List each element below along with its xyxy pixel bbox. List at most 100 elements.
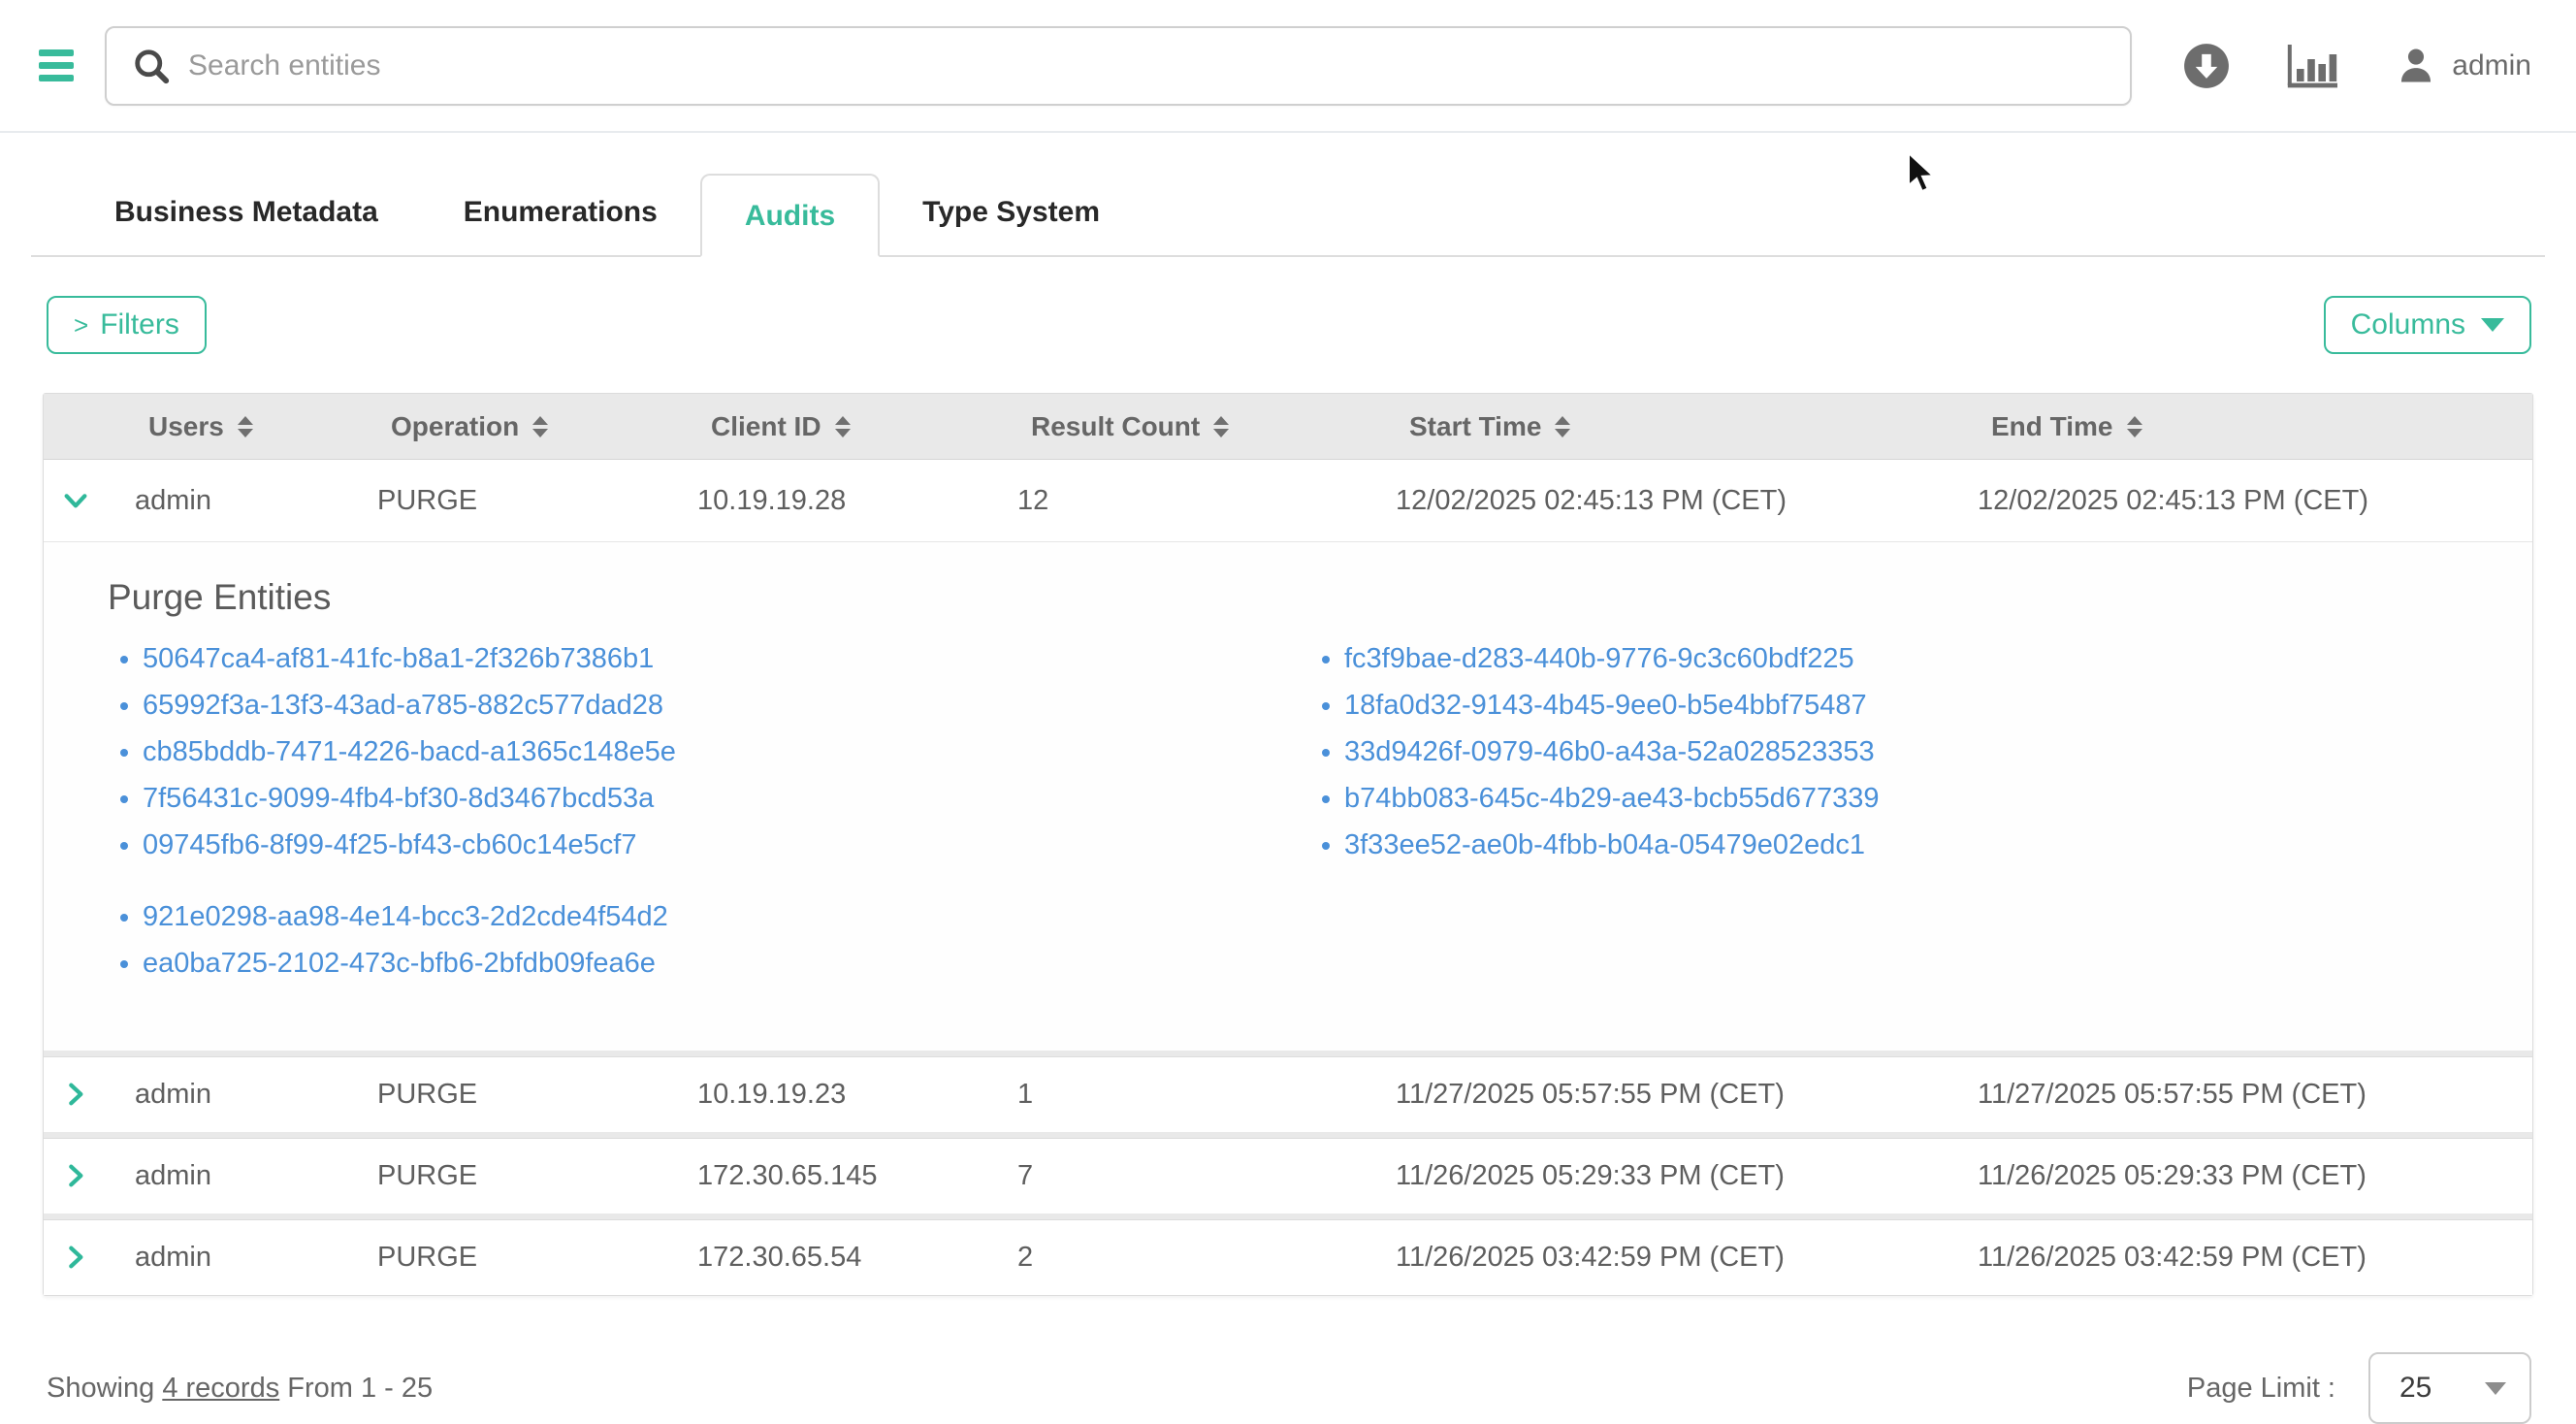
- sort-icon: [1555, 416, 1570, 437]
- cell-client-id: 10.19.19.23: [670, 1079, 990, 1111]
- cell-result-count: 1: [990, 1079, 1368, 1111]
- download-circle-icon: [2182, 42, 2231, 90]
- cell-user: admin: [108, 1079, 350, 1111]
- cell-end-time: 12/02/2025 02:45:13 PM (CET): [1950, 485, 2532, 517]
- menu-bar: [39, 49, 74, 56]
- top-navbar: admin: [0, 0, 2576, 133]
- entity-guid-link[interactable]: 18fa0d32-9143-4b45-9ee0-b5e4bbf75487: [1344, 690, 1879, 722]
- entity-guid-link[interactable]: 65992f3a-13f3-43ad-a785-882c577dad28: [143, 690, 1309, 722]
- cell-user: admin: [108, 1242, 350, 1274]
- chevron-right-icon: [60, 1079, 91, 1110]
- audit-row[interactable]: admin PURGE 10.19.19.28 12 12/02/2025 02…: [44, 460, 2532, 541]
- audit-row[interactable]: admin PURGE 172.30.65.54 2 11/26/2025 03…: [44, 1214, 2532, 1295]
- caret-down-icon: [2485, 1382, 2506, 1395]
- chevron-right-icon: [60, 1242, 91, 1273]
- cell-start-time: 11/26/2025 03:42:59 PM (CET): [1368, 1242, 1950, 1274]
- menu-icon[interactable]: [39, 49, 74, 81]
- entity-guid-link[interactable]: 09745fb6-8f99-4f25-bf43-cb60c14e5cf7: [143, 829, 1309, 861]
- cell-client-id: 172.30.65.145: [670, 1160, 990, 1192]
- chevron-down-icon: [60, 485, 91, 516]
- entity-guid-list: 921e0298-aa98-4e14-bcc3-2d2cde4f54d2 ea0…: [108, 901, 2494, 980]
- page-limit-select[interactable]: 25: [2368, 1352, 2531, 1424]
- entity-guid-link[interactable]: b74bb083-645c-4b29-ae43-bcb55d677339: [1344, 783, 1879, 815]
- tab-enumerations[interactable]: Enumerations: [421, 172, 700, 255]
- cell-end-time: 11/27/2025 05:57:55 PM (CET): [1950, 1079, 2532, 1111]
- header-cell-start-time[interactable]: Start Time: [1368, 411, 1950, 442]
- range-text: From 1 - 25: [287, 1373, 433, 1404]
- header-cell-operation[interactable]: Operation: [350, 411, 670, 442]
- cell-user: admin: [108, 1160, 350, 1192]
- audit-row[interactable]: admin PURGE 172.30.65.145 7 11/26/2025 0…: [44, 1132, 2532, 1214]
- audits-table: Users Operation Client ID Result Count S…: [43, 393, 2533, 1296]
- columns-label: Columns: [2351, 308, 2465, 341]
- entity-guid-link[interactable]: 33d9426f-0979-46b0-a43a-52a028523353: [1344, 736, 1879, 768]
- entity-guid-link[interactable]: fc3f9bae-d283-440b-9776-9c3c60bdf225: [1344, 643, 1879, 675]
- cell-operation: PURGE: [350, 1242, 670, 1274]
- cell-start-time: 12/02/2025 02:45:13 PM (CET): [1368, 485, 1950, 517]
- header-cell-client-id[interactable]: Client ID: [670, 411, 990, 442]
- header-cell-result-count[interactable]: Result Count: [990, 411, 1368, 442]
- records-count-link[interactable]: 4 records: [162, 1373, 279, 1404]
- chevron-right-icon: >: [74, 312, 88, 338]
- page-limit-label: Page Limit :: [2187, 1373, 2335, 1405]
- chevron-right-icon: [60, 1160, 91, 1191]
- row-expander[interactable]: [44, 1242, 108, 1273]
- filters-label: Filters: [100, 308, 179, 341]
- entity-guid-list: fc3f9bae-d283-440b-9776-9c3c60bdf225 18f…: [1309, 643, 1879, 876]
- cell-operation: PURGE: [350, 485, 670, 517]
- cell-user: admin: [108, 485, 350, 517]
- caret-down-icon: [2481, 318, 2504, 332]
- entity-guid-list: 50647ca4-af81-41fc-b8a1-2f326b7386b1 659…: [108, 643, 1309, 876]
- row-expander[interactable]: [44, 1079, 108, 1110]
- cell-result-count: 2: [990, 1242, 1368, 1274]
- search-box: [105, 26, 2132, 106]
- tabs-bar: Business Metadata Enumerations Audits Ty…: [31, 172, 2545, 257]
- table-footer: Showing 4 records From 1 - 25 Page Limit…: [31, 1352, 2545, 1424]
- entity-guid-link[interactable]: 3f33ee52-ae0b-4fbb-b04a-05479e02edc1: [1344, 829, 1879, 861]
- page-limit: Page Limit : 25: [2187, 1352, 2531, 1424]
- download-button[interactable]: [2182, 42, 2231, 90]
- statistics-button[interactable]: [2287, 43, 2339, 89]
- user-icon: [2396, 46, 2436, 86]
- search-input[interactable]: [105, 26, 2132, 106]
- entity-guid-link[interactable]: 7f56431c-9099-4fb4-bf30-8d3467bcd53a: [143, 783, 1309, 815]
- cell-client-id: 10.19.19.28: [670, 485, 990, 517]
- sort-icon: [2127, 416, 2142, 437]
- tab-audits[interactable]: Audits: [700, 174, 880, 257]
- tab-type-system[interactable]: Type System: [880, 172, 1143, 255]
- columns-button[interactable]: Columns: [2324, 296, 2531, 354]
- cell-operation: PURGE: [350, 1160, 670, 1192]
- entity-guid-link[interactable]: cb85bddb-7471-4226-bacd-a1365c148e5e: [143, 736, 1309, 768]
- sort-icon: [238, 416, 253, 437]
- cell-start-time: 11/27/2025 05:57:55 PM (CET): [1368, 1079, 1950, 1111]
- cell-operation: PURGE: [350, 1079, 670, 1111]
- table-header: Users Operation Client ID Result Count S…: [44, 394, 2532, 460]
- sort-icon: [835, 416, 851, 437]
- row-expander[interactable]: [44, 1160, 108, 1191]
- filters-button[interactable]: > Filters: [47, 296, 207, 354]
- navbar-actions: admin: [2182, 42, 2541, 90]
- detail-title: Purge Entities: [108, 577, 2494, 618]
- tab-business-metadata[interactable]: Business Metadata: [72, 172, 421, 255]
- entity-guid-link[interactable]: 50647ca4-af81-41fc-b8a1-2f326b7386b1: [143, 643, 1309, 675]
- row-expander[interactable]: [44, 485, 108, 516]
- showing-text: Showing 4 records From 1 - 25: [47, 1373, 433, 1405]
- cell-result-count: 12: [990, 485, 1368, 517]
- toolbar: > Filters Columns: [31, 296, 2545, 354]
- audits-page: > Filters Columns Users Operation Client…: [0, 296, 2576, 1424]
- header-cell-end-time[interactable]: End Time: [1950, 411, 2532, 442]
- bar-chart-icon: [2287, 43, 2339, 89]
- user-menu[interactable]: admin: [2396, 46, 2531, 86]
- entity-guid-link[interactable]: 921e0298-aa98-4e14-bcc3-2d2cde4f54d2: [143, 901, 2494, 933]
- audit-row[interactable]: admin PURGE 10.19.19.23 1 11/27/2025 05:…: [44, 1051, 2532, 1132]
- entity-guid-link[interactable]: ea0ba725-2102-473c-bfb6-2bfdb09fea6e: [143, 948, 2494, 980]
- cell-result-count: 7: [990, 1160, 1368, 1192]
- cell-end-time: 11/26/2025 03:42:59 PM (CET): [1950, 1242, 2532, 1274]
- page-limit-value: 25: [2399, 1372, 2431, 1405]
- cell-end-time: 11/26/2025 05:29:33 PM (CET): [1950, 1160, 2532, 1192]
- menu-bar: [39, 75, 74, 81]
- header-cell-users[interactable]: Users: [108, 411, 350, 442]
- menu-bar: [39, 62, 74, 69]
- sort-icon: [1213, 416, 1229, 437]
- purge-detail-panel: Purge Entities 50647ca4-af81-41fc-b8a1-2…: [44, 541, 2532, 1051]
